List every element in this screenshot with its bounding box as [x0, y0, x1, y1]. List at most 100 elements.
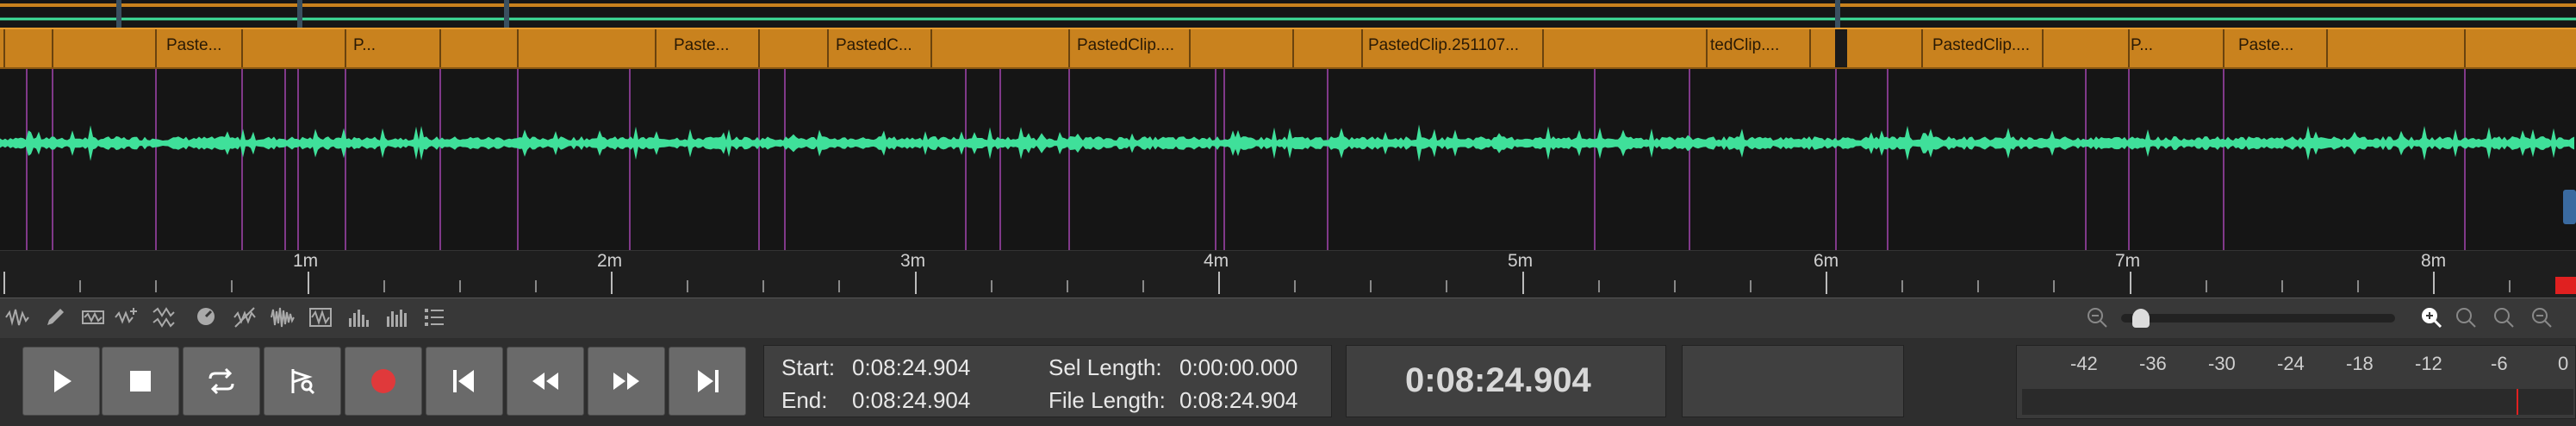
clip-boundary — [1361, 29, 1363, 67]
level-meter: -42 -36 -30 -24 -18 -12 -6 0 — [2016, 345, 2576, 419]
scrub-button[interactable] — [264, 347, 341, 416]
clip-label[interactable]: Paste... — [2238, 36, 2293, 55]
ruler-minor-tick — [1901, 280, 1903, 292]
clip-boundary — [2042, 29, 2044, 67]
zoom-slider[interactable] — [2121, 309, 2395, 328]
zoom-fit-icon[interactable] — [2490, 304, 2517, 331]
ruler-minor-tick — [155, 280, 157, 292]
waveform-grid-icon[interactable] — [307, 304, 334, 331]
clip-boundary — [345, 29, 346, 67]
waveform-edit-icon[interactable] — [79, 304, 107, 331]
meter-bar — [2022, 389, 2573, 415]
selection-info-panel: Start: 0:08:24.904 End: 0:08:24.904 Sel … — [763, 345, 1332, 417]
ruler-major-tick — [915, 272, 917, 294]
playhead-marker[interactable] — [2555, 277, 2576, 294]
scrub-icon — [291, 369, 315, 395]
zoom-in-icon[interactable] — [2417, 304, 2445, 331]
zoom-out-icon[interactable] — [2083, 304, 2111, 331]
stop-icon — [130, 371, 151, 392]
sel-length-value[interactable]: 0:00:00.000 — [1179, 354, 1297, 381]
ruler-minor-tick — [535, 280, 537, 292]
speed-icon[interactable] — [193, 304, 221, 331]
play-button[interactable] — [22, 347, 100, 416]
rewind-button[interactable] — [507, 347, 584, 416]
end-value[interactable]: 0:08:24.904 — [852, 387, 970, 414]
meter-scale-label: -42 — [2070, 353, 2098, 374]
waveform-view-icon[interactable] — [3, 304, 31, 331]
zoom-selection-icon[interactable] — [2452, 304, 2480, 331]
zoom-toggle-icon[interactable] — [2528, 304, 2555, 331]
pencil-icon[interactable] — [41, 304, 69, 331]
clip-label[interactable]: PastedC... — [836, 36, 912, 55]
ruler-tick-label: 5m — [1508, 251, 1534, 271]
clip-boundary — [827, 29, 829, 67]
clip-label[interactable]: Paste... — [166, 36, 221, 55]
go-to-end-button[interactable] — [669, 347, 746, 416]
ruler-minor-tick — [687, 280, 688, 292]
go-to-start-button[interactable] — [426, 347, 503, 416]
ruler-minor-tick — [1446, 280, 1447, 292]
clip-label[interactable]: PastedClip.... — [1932, 36, 2030, 55]
ruler-minor-tick — [1598, 280, 1600, 292]
clip-boundary — [930, 29, 932, 67]
waveform — [0, 124, 2574, 162]
waveform-track[interactable] — [0, 69, 2576, 250]
clip-boundary — [1921, 29, 1923, 67]
ruler-minor-tick — [459, 280, 461, 292]
ruler-minor-tick — [2053, 280, 2055, 292]
noise-reduction-icon[interactable] — [231, 304, 258, 331]
ruler-major-tick — [308, 272, 309, 294]
waveform-stack-icon[interactable] — [150, 304, 177, 331]
ruler-tick-label: 4m — [1204, 251, 1229, 271]
ruler-tick-label: 3m — [900, 251, 926, 271]
clip-boundary — [655, 29, 656, 67]
overview-waveform — [0, 0, 2576, 28]
clip-boundary — [439, 29, 441, 67]
list-icon[interactable] — [420, 304, 448, 331]
bars-icon[interactable] — [383, 304, 410, 331]
meter-scale-label: -18 — [2346, 353, 2374, 374]
zoom-slider-thumb[interactable] — [2132, 309, 2150, 328]
go-to-start-icon — [453, 370, 474, 392]
current-time: 0:08:24.904 — [1405, 361, 1591, 399]
ruler-major-tick — [2130, 272, 2131, 294]
start-value[interactable]: 0:08:24.904 — [852, 354, 970, 381]
meter-scale-label: -36 — [2139, 353, 2167, 374]
meter-scale-label: -30 — [2208, 353, 2236, 374]
clips-track[interactable]: Paste... P... Paste... PastedC... Pasted… — [0, 28, 2576, 69]
waveform-insert-icon[interactable] — [112, 304, 140, 331]
clip-boundary — [517, 29, 519, 67]
ruler-minor-tick — [762, 280, 764, 292]
fast-forward-button[interactable] — [588, 347, 665, 416]
ruler-minor-tick — [2357, 280, 2359, 292]
ruler-major-tick — [1218, 272, 1220, 294]
waveform-dense-icon[interactable] — [269, 304, 296, 331]
transport-bar: Start: 0:08:24.904 End: 0:08:24.904 Sel … — [0, 338, 2576, 426]
ruler-minor-tick — [991, 280, 992, 292]
clip-boundary — [1068, 29, 1070, 67]
record-button[interactable] — [345, 347, 422, 416]
playhead-handle[interactable] — [2563, 190, 2576, 224]
clip-label[interactable]: tedClip.... — [1710, 36, 1779, 55]
meter-scale-label: -12 — [2415, 353, 2442, 374]
clip-label[interactable]: PastedClip.251107... — [1368, 36, 1519, 55]
ruler-tick-label: 8m — [2421, 251, 2447, 271]
time-ruler[interactable]: 1m 2m 3m 4m 5m 6m 7m 8m — [0, 250, 2576, 298]
clip-label[interactable]: Paste... — [674, 36, 729, 55]
overview-strip[interactable] — [0, 0, 2576, 28]
spectrum-icon[interactable] — [345, 304, 372, 331]
clip-label[interactable]: P... — [353, 36, 376, 55]
clip-label[interactable]: P... — [2131, 36, 2153, 55]
empty-panel — [1682, 345, 1904, 417]
clip-label[interactable]: PastedClip.... — [1077, 36, 1174, 55]
meter-scale-label: -6 — [2491, 353, 2508, 374]
ruler-minor-tick — [383, 280, 385, 292]
ruler-minor-tick — [79, 280, 81, 292]
clip-boundary — [1809, 29, 1811, 67]
loop-button[interactable] — [183, 347, 260, 416]
file-length-value: 0:08:24.904 — [1179, 387, 1298, 413]
stop-button[interactable] — [102, 347, 179, 416]
end-label: End: — [781, 387, 828, 413]
ruler-minor-tick — [2281, 280, 2283, 292]
ruler-minor-tick — [1294, 280, 1296, 292]
